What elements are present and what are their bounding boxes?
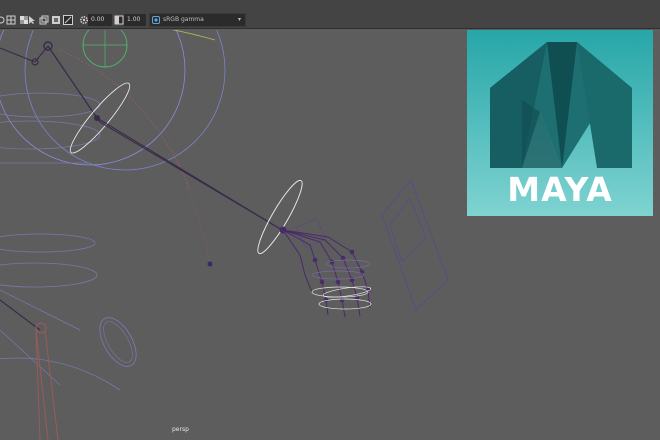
gamma-icon[interactable]	[114, 15, 124, 25]
exposure-field[interactable]: 0.00	[88, 14, 112, 26]
shaded-icon[interactable]	[51, 15, 61, 25]
image-plane-frame	[381, 179, 449, 311]
grid-toggle-icon[interactable]	[6, 15, 16, 25]
cursor-icon[interactable]	[27, 15, 37, 25]
color-space-dropdown[interactable]: sRGB gamma ▾	[149, 13, 246, 27]
camera-name-label: persp	[172, 426, 189, 433]
gamma-field[interactable]: 1.00	[124, 14, 146, 26]
window-top-strip	[0, 0, 660, 12]
image-plane-icon[interactable]	[63, 15, 73, 25]
color-management-icon	[152, 16, 160, 24]
forearm-bone	[96, 117, 283, 231]
spine-control-2	[0, 120, 101, 150]
upper-arm-bone	[47, 45, 98, 119]
rotate-control-yellow	[171, 30, 216, 41]
rotate-control-blue-outer	[24, 30, 226, 171]
rotate-control-blue-inner	[0, 30, 186, 166]
pole-vector-locator	[207, 261, 213, 267]
maya-logo: MAYA	[467, 30, 653, 216]
spine-control-1	[0, 92, 101, 118]
finger-controls	[311, 286, 372, 310]
color-space-label: sRGB gamma	[163, 16, 204, 23]
foot-control	[99, 317, 137, 367]
chevron-down-icon: ▾	[237, 16, 241, 23]
maya-logo-text: MAYA	[507, 170, 613, 209]
viewport-toolbar: 0.00 1.00 sRGB gamma ▾	[0, 12, 660, 29]
wireframe-icon[interactable]	[39, 15, 49, 25]
